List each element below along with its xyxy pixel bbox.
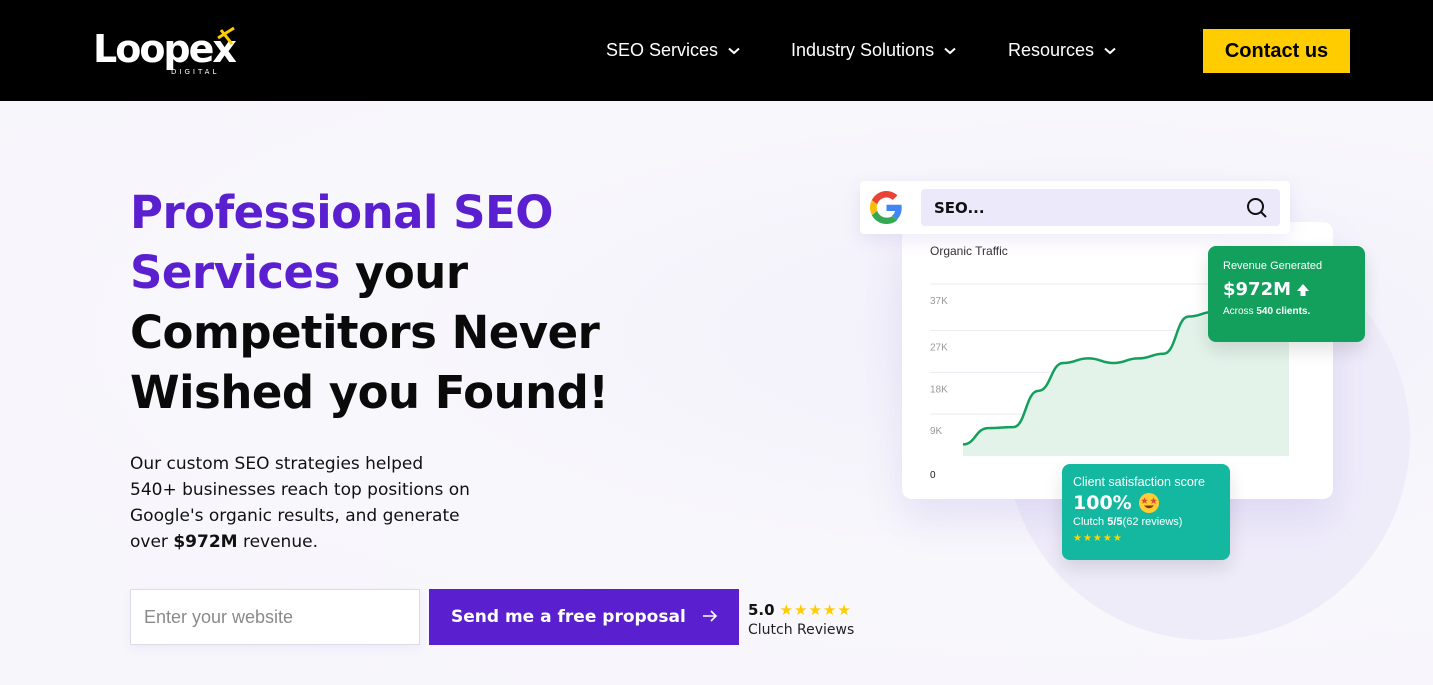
chevron-down-icon [944, 47, 956, 54]
loopex-logo[interactable]: Loopex DIGITAL [93, 22, 238, 80]
hero-subtext: Our custom SEO strategies helped 540+ bu… [130, 454, 470, 552]
send-proposal-button[interactable]: Send me a free proposal [429, 589, 739, 645]
nav-item-label: Resources [1008, 40, 1095, 60]
search-icon [1247, 198, 1267, 218]
rating-stars-icon: ★★★★★ [779, 601, 852, 619]
logo-subtext: DIGITAL [171, 68, 219, 76]
y-tick-label: 27K [930, 342, 948, 353]
satisfaction-card: Client satisfaction score 100% Clutch 5/… [1062, 464, 1230, 560]
revenue-highlight: $972M [173, 532, 238, 552]
rating-label: Clutch Reviews [748, 622, 855, 638]
search-query: SEO... [934, 199, 985, 217]
google-search-bar: SEO... [860, 181, 1290, 234]
arrow-right-icon [703, 610, 718, 622]
google-icon [870, 191, 902, 224]
revenue-title: Revenue Generated [1223, 260, 1323, 272]
nav-item-label: Industry Solutions [791, 40, 935, 60]
satisfaction-stars-icon: ★★★★★ [1073, 533, 1123, 544]
rating-score: 5.0 [748, 601, 775, 619]
nav-seo-services[interactable]: SEO Services [606, 40, 740, 61]
revenue-card: Revenue Generated $972M Across 540 clien… [1208, 246, 1365, 342]
y-tick-label: 37K [930, 296, 948, 307]
website-input[interactable] [130, 589, 420, 645]
headline-part-2: Competitors Never Wished you Found! [130, 306, 609, 419]
nav-industry-solutions[interactable]: Industry Solutions [791, 40, 956, 61]
arrow-up-icon [1297, 283, 1310, 296]
search-field[interactable]: SEO... [921, 189, 1280, 226]
contact-us-button[interactable]: Contact us [1203, 29, 1350, 73]
clutch-rating: 5.0 ★★★★★ Clutch Reviews [748, 601, 854, 638]
chevron-down-icon [728, 47, 740, 54]
y-tick-label: 18K [930, 384, 948, 395]
proposal-button-label: Send me a free proposal [451, 607, 686, 627]
satisfaction-sub: Clutch 5/5(62 reviews) [1073, 516, 1183, 528]
nav-resources[interactable]: Resources [1008, 40, 1116, 61]
y-tick-label: 9K [930, 426, 943, 437]
revenue-sub: Across 540 clients. [1223, 306, 1311, 317]
logo-text: Loopex [93, 27, 236, 71]
nav-item-label: SEO Services [606, 40, 719, 60]
headline-part-1: your [339, 246, 468, 299]
satisfaction-title: Client satisfaction score [1073, 475, 1206, 489]
star-struck-emoji-icon [1138, 493, 1159, 513]
chevron-down-icon [1104, 47, 1116, 54]
y-tick-label: 0 [930, 470, 936, 481]
satisfaction-value: 100% [1073, 492, 1132, 514]
hero-headline: Professional SEO Services your Competito… [130, 183, 690, 423]
revenue-value: $972M [1223, 279, 1292, 300]
top-navbar: Loopex DIGITAL SEO Services Industry Sol… [0, 0, 1433, 101]
